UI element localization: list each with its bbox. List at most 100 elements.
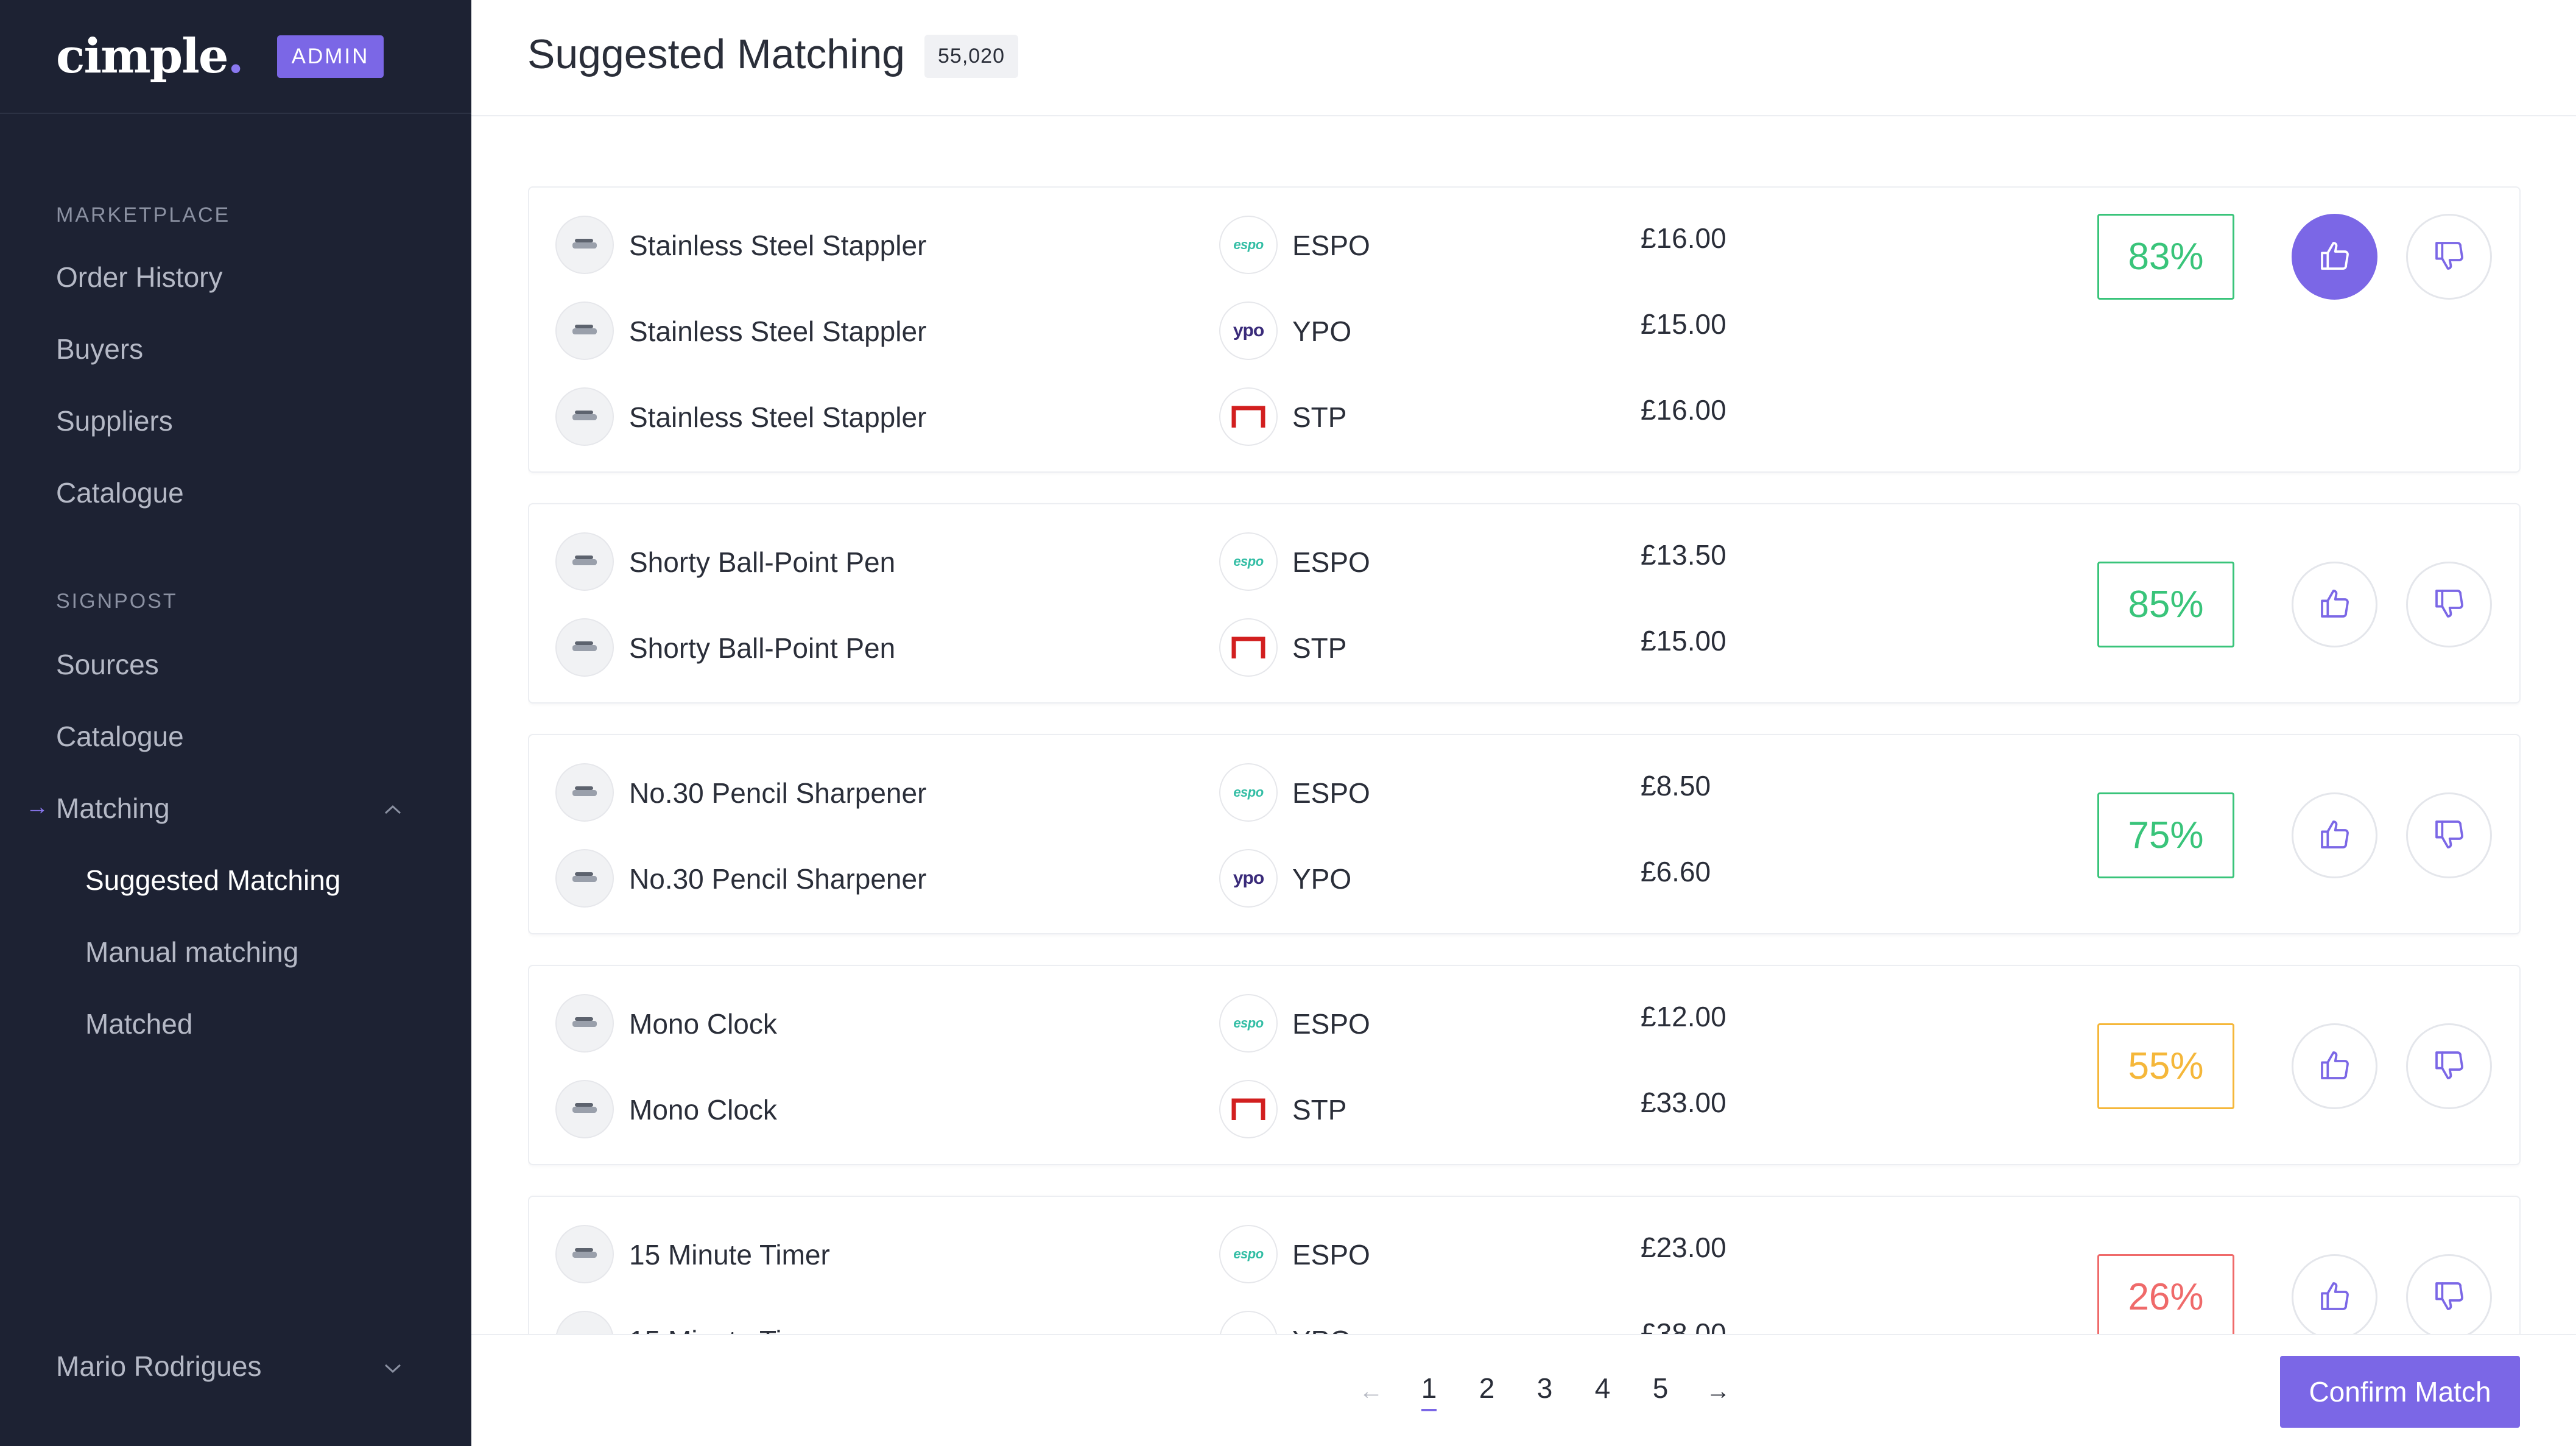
product-name[interactable]: Shorty Ball-Point Pen <box>629 546 895 579</box>
supplier-logo-ypo: ypo <box>1219 1311 1278 1334</box>
sidebar-item-suppliers[interactable]: Suppliers <box>56 404 173 437</box>
pagination: ← 1 2 3 4 5 → <box>1342 1372 1747 1411</box>
product-name[interactable]: Stainless Steel Stappler <box>629 229 926 262</box>
product-price: £12.00 <box>1641 1001 1726 1032</box>
product-price: £13.50 <box>1641 539 1726 571</box>
page-5-link[interactable]: 5 <box>1631 1372 1689 1411</box>
match-card: No.30 Pencil Sharpener espo ESPO £8.50 No.30… <box>528 734 2521 934</box>
supplier-name: STP <box>1292 401 1347 433</box>
supplier-name: YPO <box>1292 1324 1351 1334</box>
supplier-logo-stp <box>1219 387 1278 446</box>
supplier-name: ESPO <box>1292 1239 1370 1271</box>
sidebar-item-signpost-catalogue[interactable]: Catalogue <box>56 720 184 753</box>
page-number: 1 <box>1421 1372 1437 1411</box>
page-2-link[interactable]: 2 <box>1458 1372 1516 1411</box>
thumbs-down-icon <box>2432 1279 2466 1315</box>
thumbs-down-icon <box>2432 239 2466 275</box>
product-price: £16.00 <box>1641 394 1726 426</box>
section-title-marketplace: MARKETPLACE <box>56 203 231 227</box>
page-3-link[interactable]: 3 <box>1516 1372 1574 1411</box>
product-name[interactable]: 15 Minute Timer <box>629 1324 830 1334</box>
supplier-name: ESPO <box>1292 777 1370 809</box>
user-name[interactable]: Mario Rodrigues <box>56 1350 261 1383</box>
match-row: Stainless Steel Stappler ypo YPO £15.00 <box>529 297 2519 364</box>
sidebar-item-manual-matching[interactable]: Manual matching <box>85 936 298 968</box>
app-logo[interactable]: cimple. <box>56 29 244 84</box>
match-score: 26% <box>2097 1254 2234 1334</box>
prev-page-arrow-icon[interactable]: ← <box>1342 1378 1400 1405</box>
product-name[interactable]: 15 Minute Timer <box>629 1238 830 1271</box>
product-name[interactable]: Stainless Steel Stappler <box>629 315 926 348</box>
product-thumbnail <box>555 532 614 591</box>
thumbs-down-button[interactable] <box>2406 562 2492 647</box>
thumbs-up-button[interactable] <box>2292 214 2377 300</box>
product-price: £16.00 <box>1641 222 1726 254</box>
supplier-logo-espo: espo <box>1219 532 1278 591</box>
product-thumbnail <box>555 618 614 677</box>
thumbs-down-button[interactable] <box>2406 1254 2492 1334</box>
supplier-logo-ypo: ypo <box>1219 302 1278 360</box>
thumbs-down-icon <box>2432 587 2466 622</box>
supplier-name: STP <box>1292 632 1347 664</box>
product-name[interactable]: Mono Clock <box>629 1007 777 1040</box>
product-name[interactable]: Stainless Steel Stappler <box>629 401 926 434</box>
thumbs-up-icon <box>2318 1048 2352 1084</box>
next-page-arrow-icon[interactable]: → <box>1689 1378 1747 1405</box>
product-name[interactable]: No.30 Pencil Sharpener <box>629 777 926 809</box>
supplier-name: ESPO <box>1292 546 1370 578</box>
thumbs-down-button[interactable] <box>2406 1023 2492 1109</box>
sidebar-item-matching[interactable]: Matching <box>56 792 170 825</box>
thumbs-up-button[interactable] <box>2292 792 2377 878</box>
chevron-up-icon[interactable] <box>378 794 408 825</box>
match-score: 75% <box>2097 792 2234 878</box>
confirm-match-button[interactable]: Confirm Match <box>2280 1356 2520 1428</box>
product-name[interactable]: No.30 Pencil Sharpener <box>629 862 926 895</box>
thumbs-up-button[interactable] <box>2292 1023 2377 1109</box>
product-name[interactable]: Shorty Ball-Point Pen <box>629 632 895 665</box>
product-thumbnail <box>555 216 614 274</box>
product-thumbnail <box>555 1225 614 1283</box>
supplier-logo-stp <box>1219 1080 1278 1138</box>
supplier-logo-ypo: ypo <box>1219 849 1278 908</box>
thumbs-up-button[interactable] <box>2292 562 2377 647</box>
product-price: £8.50 <box>1641 770 1711 802</box>
match-card: Stainless Steel Stappler espo ESPO £16.00 St… <box>528 186 2521 473</box>
thumbs-down-button[interactable] <box>2406 214 2492 300</box>
supplier-name: YPO <box>1292 863 1352 895</box>
product-thumbnail <box>555 1080 614 1138</box>
supplier-logo-stp <box>1219 618 1278 677</box>
thumbs-up-button[interactable] <box>2292 1254 2377 1334</box>
match-score: 85% <box>2097 562 2234 647</box>
product-thumbnail <box>555 849 614 908</box>
active-arrow-icon: → <box>26 794 49 820</box>
brand-bar: cimple. ADMIN <box>0 0 471 114</box>
supplier-logo-espo: espo <box>1219 216 1278 274</box>
match-score: 83% <box>2097 214 2234 300</box>
sidebar-item-matched[interactable]: Matched <box>85 1007 192 1040</box>
sidebar-item-sources[interactable]: Sources <box>56 648 159 681</box>
sidebar-item-marketplace-catalogue[interactable]: Catalogue <box>56 476 184 509</box>
match-row: Stainless Steel Stappler STP £16.00 <box>529 383 2519 450</box>
supplier-logo-espo: espo <box>1219 763 1278 822</box>
chevron-down-icon[interactable] <box>378 1353 408 1384</box>
product-thumbnail <box>555 994 614 1053</box>
product-price: £38.00 <box>1641 1317 1726 1334</box>
supplier-logo-espo: espo <box>1219 994 1278 1053</box>
match-card: Mono Clock espo ESPO £12.00 Mono Clock STP £33… <box>528 965 2521 1165</box>
sidebar-item-buyers[interactable]: Buyers <box>56 333 143 365</box>
page-title: Suggested Matching <box>527 31 905 77</box>
result-count-badge: 55,020 <box>924 35 1018 78</box>
supplier-name: ESPO <box>1292 1008 1370 1040</box>
product-price: £33.00 <box>1641 1087 1726 1118</box>
page-1-link[interactable]: 1 <box>1400 1372 1458 1411</box>
product-thumbnail <box>555 1311 614 1334</box>
sidebar-item-suggested-matching[interactable]: Suggested Matching <box>85 864 340 897</box>
product-name[interactable]: Mono Clock <box>629 1093 777 1126</box>
page-4-link[interactable]: 4 <box>1574 1372 1631 1411</box>
page-number: 4 <box>1594 1372 1611 1404</box>
sidebar: cimple. ADMIN MARKETPLACE Order History … <box>0 0 471 1446</box>
product-price: £15.00 <box>1641 308 1726 340</box>
page-header: Suggested Matching 55,020 <box>471 0 2576 116</box>
thumbs-down-button[interactable] <box>2406 792 2492 878</box>
sidebar-item-order-history[interactable]: Order History <box>56 261 222 294</box>
